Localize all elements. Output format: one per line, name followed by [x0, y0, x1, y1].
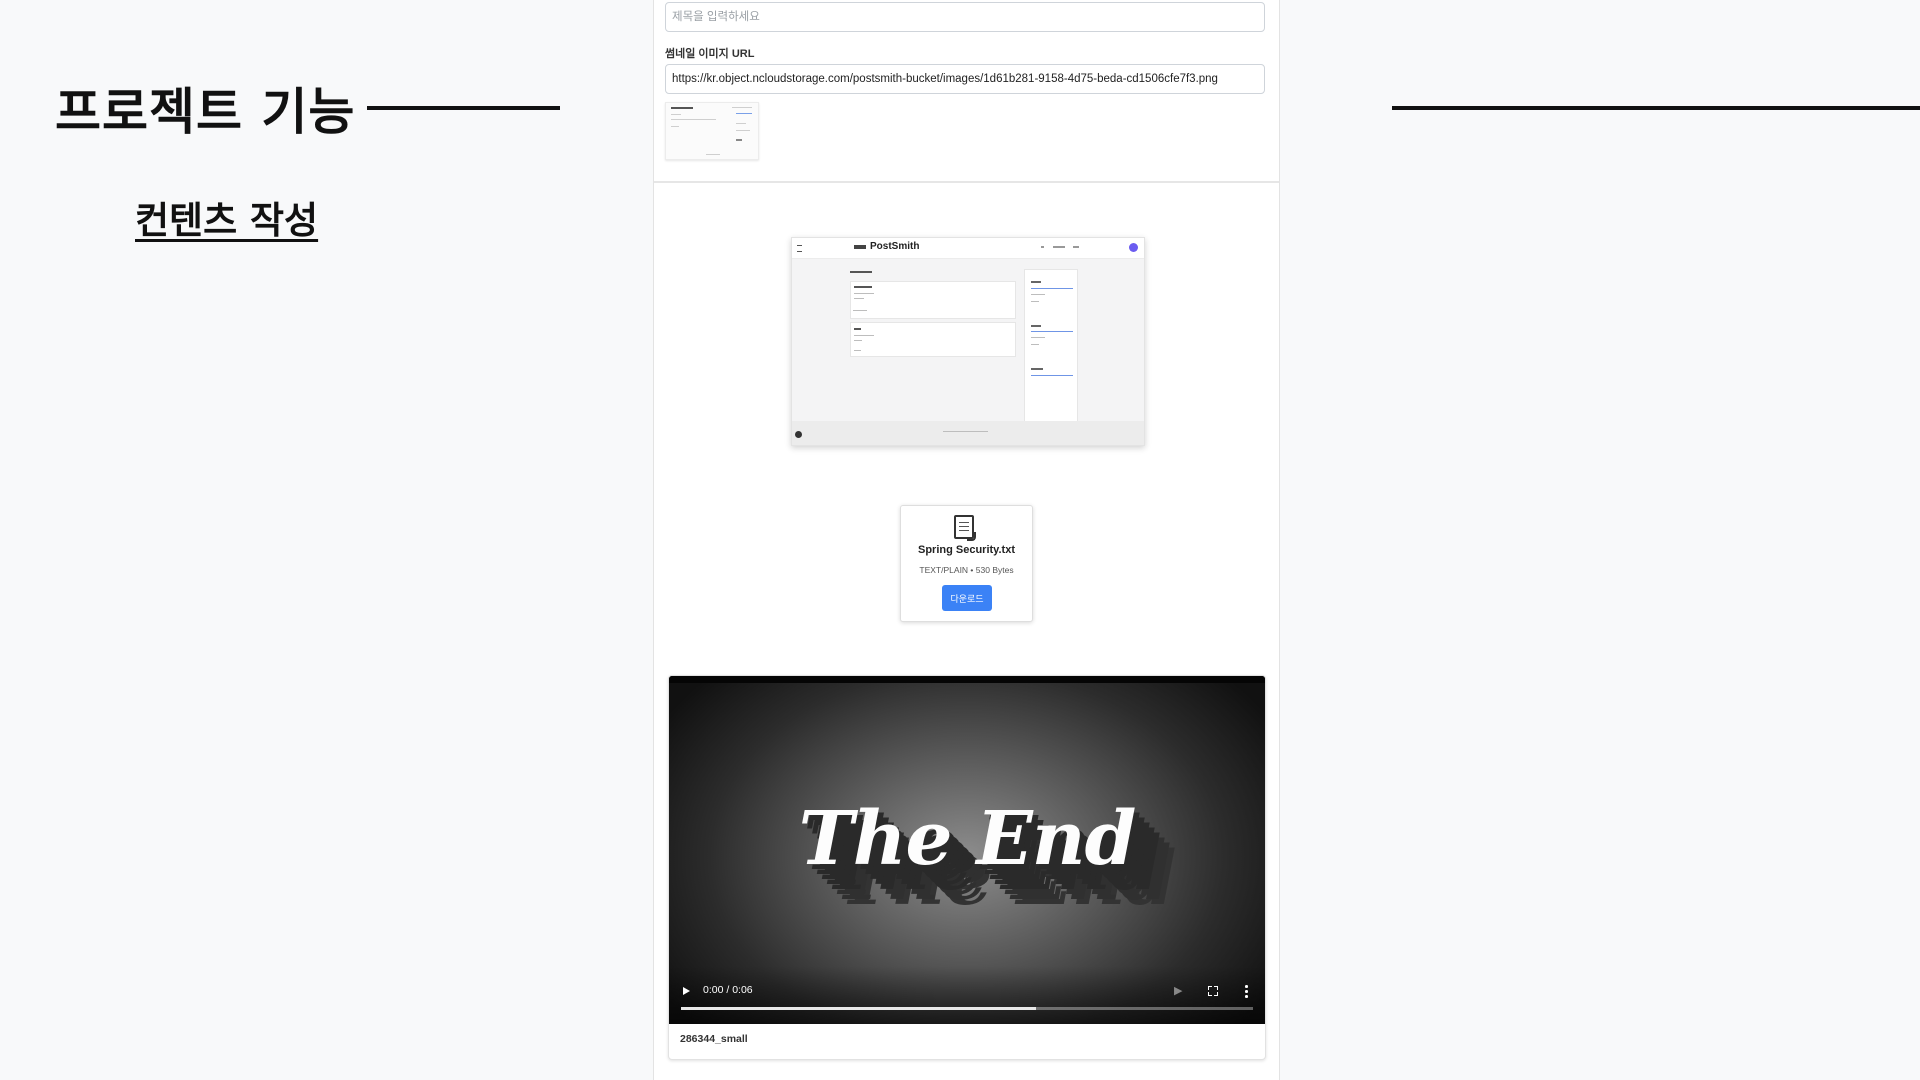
thumbnail-preview [665, 102, 759, 160]
more-options-icon[interactable] [1244, 985, 1248, 998]
slide-subtitle: 컨텐츠 작성 [135, 199, 319, 242]
post-image-header: PostSmith [792, 238, 1144, 259]
video-progress-fill [681, 1007, 1036, 1010]
video-top-bar [669, 676, 1265, 683]
video-caption: 286344_small [680, 1033, 748, 1045]
document-icon [954, 515, 976, 541]
volume-icon[interactable]: ▶︎ [1174, 985, 1186, 997]
video-progress-bar[interactable] [681, 1007, 1253, 1010]
avatar [1129, 243, 1138, 252]
video-frame-text: The End [798, 796, 1137, 882]
title-input[interactable] [665, 2, 1265, 32]
editor-page: 썸네일 이미지 URL PostSmith [653, 0, 1280, 1080]
menu-icon [797, 245, 802, 252]
thumbnail-url-input[interactable] [665, 64, 1265, 94]
file-meta: TEXT/PLAIN • 530 Bytes [919, 565, 1014, 575]
slide-title: 프로젝트 기능 [55, 83, 356, 141]
file-attachment-card: Spring Security.txt TEXT/PLAIN • 530 Byt… [900, 505, 1033, 622]
logo-icon [854, 245, 866, 249]
video-time: 0:00 / 0:06 [703, 984, 753, 996]
title-divider-right [1392, 106, 1920, 110]
post-image-brand: PostSmith [870, 241, 920, 252]
video-card: The End 0:00 / 0:06 ▶︎ 286344_small [668, 675, 1266, 1060]
post-image-footer [792, 421, 1144, 445]
video-controls: 0:00 / 0:06 ▶︎ [669, 966, 1265, 1024]
play-icon[interactable] [683, 987, 690, 995]
file-name: Spring Security.txt [918, 544, 1015, 556]
fab-icon [795, 431, 802, 438]
post-image: PostSmith [791, 237, 1145, 446]
video-player[interactable]: The End 0:00 / 0:06 ▶︎ [669, 676, 1265, 1024]
fullscreen-icon[interactable] [1208, 986, 1218, 996]
title-divider-left [367, 106, 560, 110]
thumbnail-url-label: 썸네일 이미지 URL [665, 48, 755, 60]
post-form: 썸네일 이미지 URL [654, 0, 1279, 183]
download-button[interactable]: 다운로드 [942, 585, 992, 611]
